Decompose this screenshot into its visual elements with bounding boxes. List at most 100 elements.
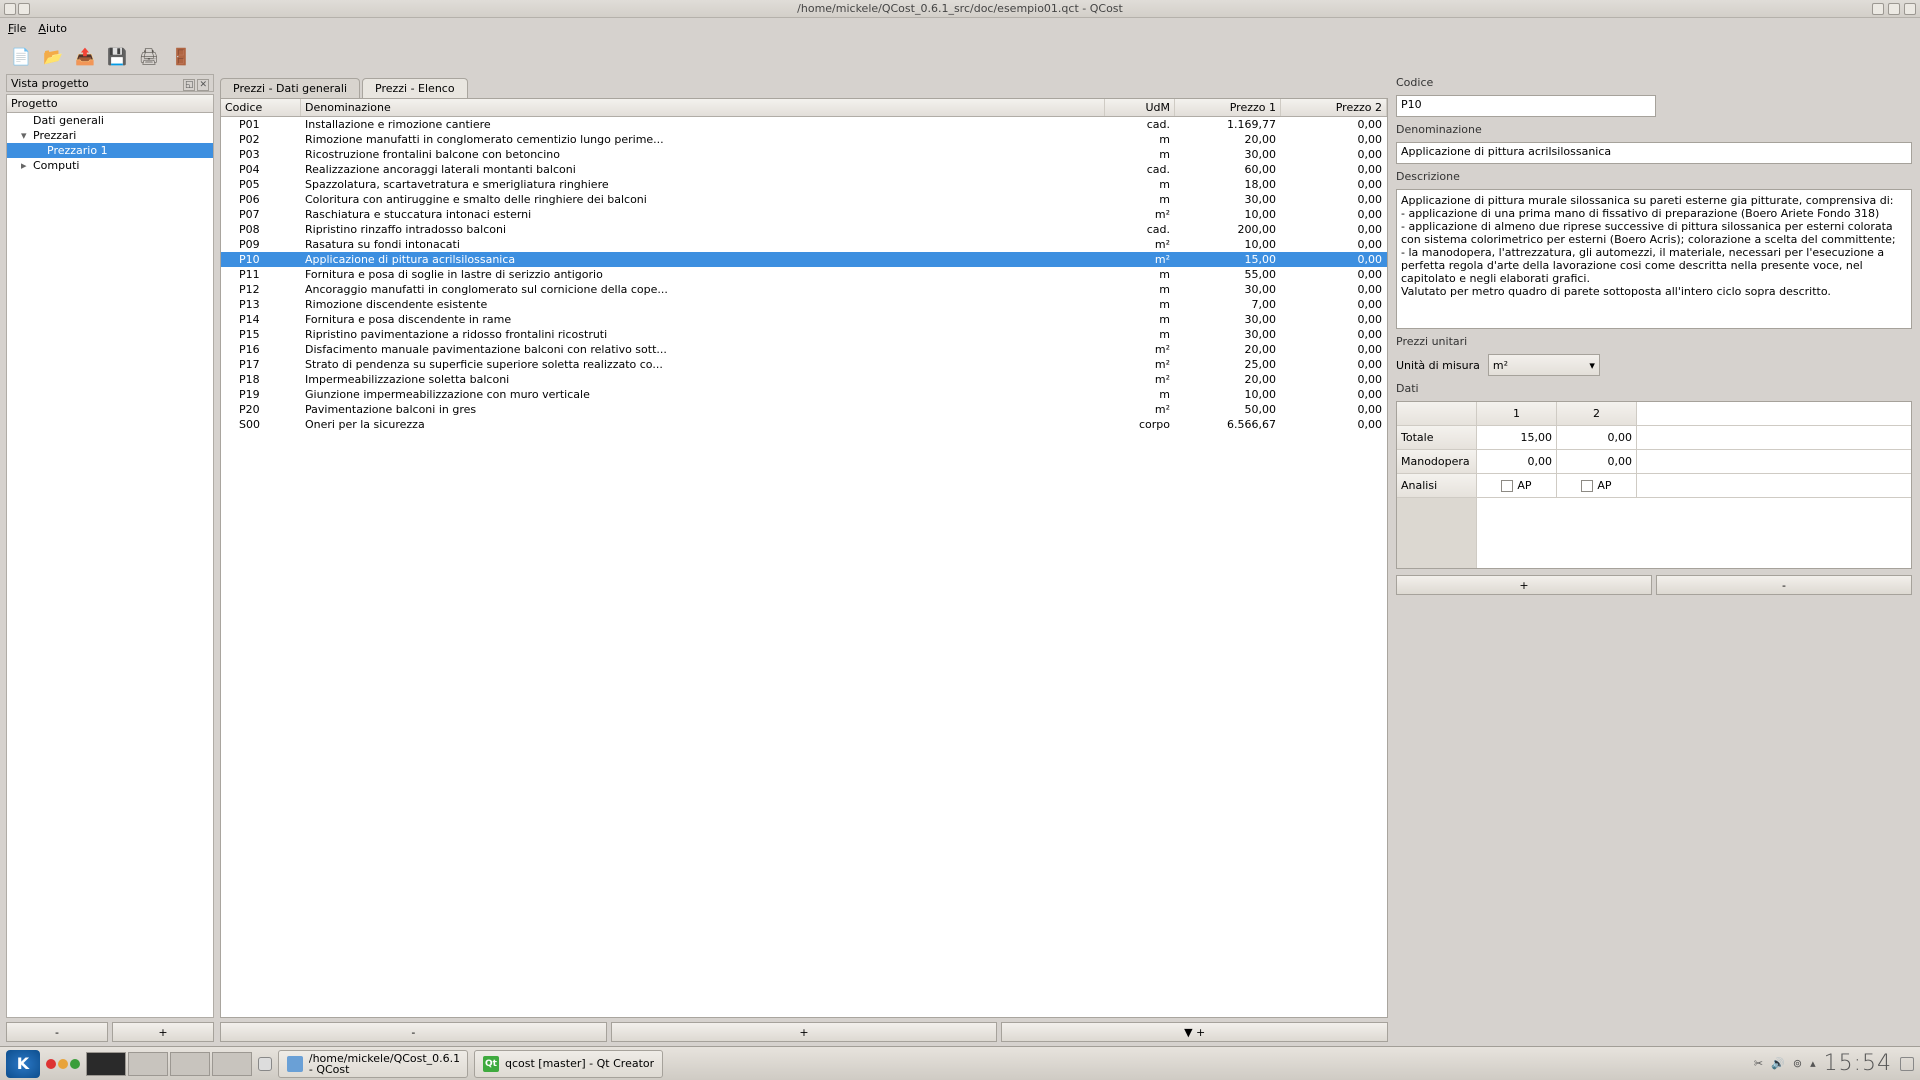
codice-label: Codice: [1396, 76, 1912, 89]
table-row[interactable]: P03Ricostruzione frontalini balcone con …: [221, 147, 1387, 162]
exit-icon[interactable]: 🚪: [168, 43, 194, 69]
analisi-2[interactable]: AP: [1557, 474, 1637, 498]
save-icon[interactable]: 💾: [104, 43, 130, 69]
table-row[interactable]: S00Oneri per la sicurezzacorpo6.566,670,…: [221, 417, 1387, 432]
manodopera-1[interactable]: 0,00: [1477, 450, 1557, 474]
clock[interactable]: 15:54: [1824, 1051, 1892, 1076]
table-row[interactable]: P20Pavimentazione balconi in gresm²50,00…: [221, 402, 1387, 417]
table-row[interactable]: P04Realizzazione ancoraggi laterali mont…: [221, 162, 1387, 177]
table-row[interactable]: P11Fornitura e posa di soglie in lastre …: [221, 267, 1387, 282]
table-row[interactable]: P05Spazzolatura, scartavetratura e smeri…: [221, 177, 1387, 192]
desktop-4[interactable]: [212, 1052, 252, 1076]
price-remove-button[interactable]: -: [220, 1022, 607, 1042]
tree-item-dati-generali[interactable]: Dati generali: [7, 113, 213, 128]
price-add-button[interactable]: +: [611, 1022, 998, 1042]
unita-misura-combo[interactable]: m² ▾: [1488, 354, 1600, 376]
price-add-child-button[interactable]: ▼ +: [1001, 1022, 1388, 1042]
kde-start-button[interactable]: K: [6, 1050, 40, 1078]
col-prezzo2[interactable]: Prezzo 2: [1281, 99, 1387, 116]
activity-dots[interactable]: [46, 1059, 80, 1069]
table-row[interactable]: P06Coloritura con antiruggine e smalto d…: [221, 192, 1387, 207]
descrizione-textarea[interactable]: Applicazione di pittura murale silossani…: [1396, 189, 1912, 329]
tab-elenco[interactable]: Prezzi - Elenco: [362, 78, 468, 98]
price-table[interactable]: Codice Denominazione UdM Prezzo 1 Prezzo…: [220, 98, 1388, 1018]
tray-expand-icon[interactable]: ▴: [1810, 1057, 1816, 1070]
app-icon: Qt: [483, 1056, 499, 1072]
table-row[interactable]: P19Giunzione impermeabilizzazione con mu…: [221, 387, 1387, 402]
menu-file[interactable]: File: [8, 22, 26, 35]
window-pin-icon[interactable]: [18, 3, 30, 15]
desktop-2[interactable]: [128, 1052, 168, 1076]
col-denominazione[interactable]: Denominazione: [301, 99, 1105, 116]
dati-remove-button[interactable]: -: [1656, 575, 1912, 595]
col-codice[interactable]: Codice: [221, 99, 301, 116]
totale-2[interactable]: 0,00: [1557, 426, 1637, 450]
new-file-icon[interactable]: 📄: [8, 43, 34, 69]
tabbar: Prezzi - Dati generali Prezzi - Elenco: [220, 74, 1388, 98]
desktop-pager[interactable]: [86, 1052, 252, 1076]
notifier-icon[interactable]: [1900, 1057, 1914, 1071]
checkbox-icon[interactable]: [1501, 480, 1513, 492]
codice-input[interactable]: P10: [1396, 95, 1656, 117]
expand-icon[interactable]: ▸: [21, 159, 31, 172]
table-row[interactable]: P07Raschiatura e stuccatura intonaci est…: [221, 207, 1387, 222]
maximize-button[interactable]: [1888, 3, 1900, 15]
window-menu-icon[interactable]: [4, 3, 16, 15]
tree-add-button[interactable]: +: [112, 1022, 214, 1042]
open-file-icon[interactable]: 📂: [40, 43, 66, 69]
volume-icon[interactable]: 🔊: [1771, 1057, 1785, 1070]
dati-label: Dati: [1396, 382, 1912, 395]
table-row[interactable]: P12Ancoraggio manufatti in conglomerato …: [221, 282, 1387, 297]
menu-help[interactable]: Aiuto: [38, 22, 67, 35]
tree-item-prezzari[interactable]: ▾Prezzari: [7, 128, 213, 143]
table-row[interactable]: P09Rasatura su fondi intonacatim²10,000,…: [221, 237, 1387, 252]
table-row[interactable]: P10Applicazione di pittura acrilsilossan…: [221, 252, 1387, 267]
dock-float-icon[interactable]: ◱: [183, 79, 196, 91]
table-row[interactable]: P16Disfacimento manuale pavimentazione b…: [221, 342, 1387, 357]
window-title: /home/mickele/QCost_0.6.1_src/doc/esempi…: [797, 2, 1123, 15]
unita-misura-label: Unità di misura: [1396, 359, 1480, 372]
dati-add-button[interactable]: +: [1396, 575, 1652, 595]
klipper-icon[interactable]: ✂: [1754, 1057, 1763, 1070]
minimize-button[interactable]: [1872, 3, 1884, 15]
dati-col-2[interactable]: 2: [1557, 402, 1637, 426]
expand-icon[interactable]: ▾: [21, 129, 31, 142]
dati-col-1[interactable]: 1: [1477, 402, 1557, 426]
col-udm[interactable]: UdM: [1105, 99, 1175, 116]
totale-1[interactable]: 15,00: [1477, 426, 1557, 450]
row-totale: Totale: [1397, 426, 1477, 450]
table-row[interactable]: P14Fornitura e posa discendente in ramem…: [221, 312, 1387, 327]
tree-item-computi[interactable]: ▸Computi: [7, 158, 213, 173]
dock-close-icon[interactable]: ✕: [197, 79, 209, 91]
send-icon[interactable]: 📤: [72, 43, 98, 69]
show-desktop-icon[interactable]: [258, 1057, 272, 1071]
chevron-down-icon: ▾: [1589, 359, 1595, 372]
table-row[interactable]: P01Installazione e rimozione cantierecad…: [221, 117, 1387, 132]
table-row[interactable]: P08Ripristino rinzaffo intradosso balcon…: [221, 222, 1387, 237]
project-tree[interactable]: Dati generali ▾Prezzari Prezzario 1 ▸Com…: [7, 113, 213, 1017]
table-row[interactable]: P13Rimozione discendente esistentem7,000…: [221, 297, 1387, 312]
denominazione-input[interactable]: Applicazione di pittura acrilsilossanica: [1396, 142, 1912, 164]
tab-dati-generali[interactable]: Prezzi - Dati generali: [220, 78, 360, 98]
dati-grid[interactable]: 1 2 Totale 15,00 0,00 Manodopera 0,00 0,…: [1396, 401, 1912, 569]
table-row[interactable]: P17Strato di pendenza su superficie supe…: [221, 357, 1387, 372]
print-icon[interactable]: 🖨: [136, 43, 162, 69]
analisi-1[interactable]: AP: [1477, 474, 1557, 498]
table-row[interactable]: P15Ripristino pavimentazione a ridosso f…: [221, 327, 1387, 342]
price-table-header: Codice Denominazione UdM Prezzo 1 Prezzo…: [221, 99, 1387, 117]
task-qcost[interactable]: /home/mickele/QCost_0.6.1- QCost: [278, 1050, 468, 1078]
close-button[interactable]: [1904, 3, 1916, 15]
table-row[interactable]: P02Rimozione manufatti in conglomerato c…: [221, 132, 1387, 147]
tree-remove-button[interactable]: -: [6, 1022, 108, 1042]
desktop-3[interactable]: [170, 1052, 210, 1076]
row-analisi: Analisi: [1397, 474, 1477, 498]
dock-header: Vista progetto ◱✕: [6, 74, 214, 92]
network-icon[interactable]: ⊚: [1793, 1057, 1802, 1070]
task-qtcreator[interactable]: Qt qcost [master] - Qt Creator: [474, 1050, 663, 1078]
col-prezzo1[interactable]: Prezzo 1: [1175, 99, 1281, 116]
manodopera-2[interactable]: 0,00: [1557, 450, 1637, 474]
desktop-1[interactable]: [86, 1052, 126, 1076]
checkbox-icon[interactable]: [1581, 480, 1593, 492]
table-row[interactable]: P18Impermeabilizzazione soletta balconim…: [221, 372, 1387, 387]
tree-item-prezzario1[interactable]: Prezzario 1: [7, 143, 213, 158]
